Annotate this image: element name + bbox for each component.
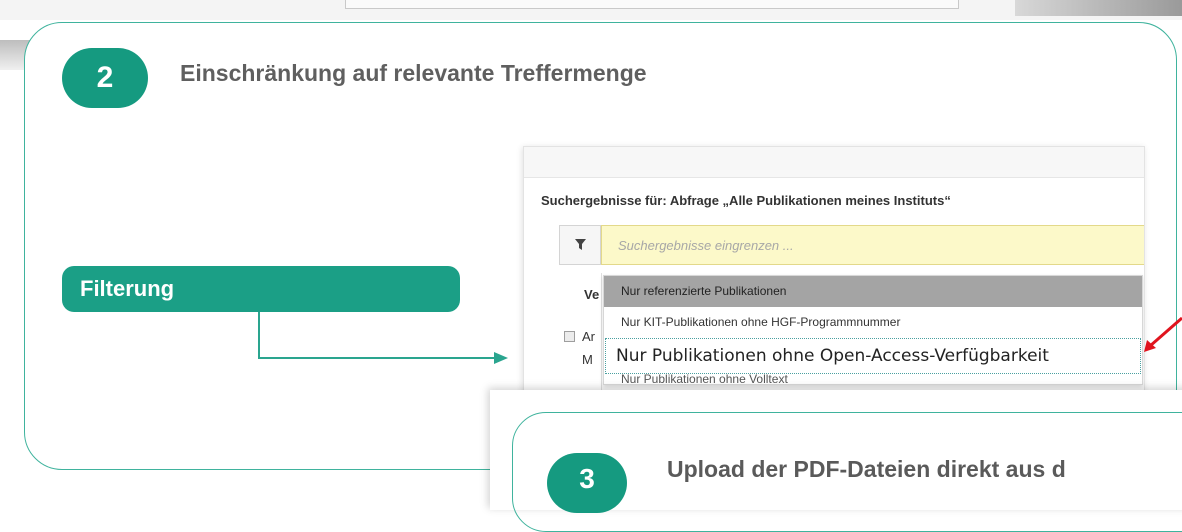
- step-3-title: Upload der PDF-Dateien direkt aus d: [667, 456, 1066, 482]
- filterung-label: Filterung: [62, 266, 460, 312]
- row-text: M: [582, 352, 593, 367]
- step-2-title: Einschränkung auf relevante Treffermenge: [180, 60, 647, 86]
- menu-item-no-hgf-number[interactable]: Nur KIT-Publikationen ohne HGF-Programmn…: [604, 307, 1142, 338]
- background-shadow: [1015, 0, 1182, 16]
- connector-arrow-icon: [494, 352, 508, 364]
- step-3-card: 3 Upload der PDF-Dateien direkt aus d: [490, 390, 1182, 532]
- results-heading: Suchergebnisse für: Abfrage „Alle Publik…: [541, 193, 951, 208]
- filter-button[interactable]: [559, 225, 601, 265]
- step-3-badge: 3: [547, 453, 627, 513]
- row-checkbox[interactable]: [564, 331, 575, 342]
- step-2-badge: 2: [62, 48, 148, 108]
- panel-header: [524, 147, 1144, 178]
- funnel-icon: [574, 239, 586, 250]
- menu-item-no-fulltext[interactable]: Nur Publikationen ohne Volltext: [604, 374, 1142, 384]
- background-table-edge: [345, 0, 959, 9]
- column-header: Ve: [584, 287, 600, 302]
- row-text: Ar: [582, 329, 595, 344]
- connector-line-horizontal: [258, 357, 494, 359]
- filter-row: [559, 225, 1144, 265]
- menu-item-no-open-access[interactable]: Nur Publikationen ohne Open-Access-Verfü…: [605, 338, 1141, 374]
- filter-dropdown-menu: Nur referenzierte Publikationen Nur KIT-…: [603, 275, 1143, 385]
- results-filter-input[interactable]: [601, 225, 1144, 265]
- connector-line-vertical: [258, 312, 260, 359]
- red-pointer-arrow-icon: [1144, 316, 1182, 352]
- menu-item-referenced[interactable]: Nur referenzierte Publikationen: [604, 276, 1142, 307]
